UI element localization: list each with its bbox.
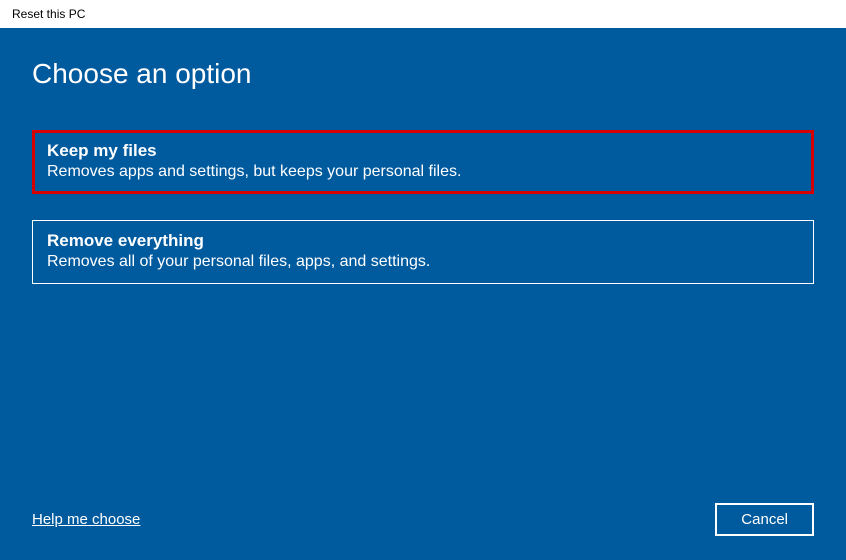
option-title: Remove everything	[47, 231, 799, 251]
option-title: Keep my files	[47, 141, 799, 161]
page-heading: Choose an option	[32, 58, 814, 90]
window-titlebar: Reset this PC	[0, 0, 846, 28]
help-me-choose-link[interactable]: Help me choose	[32, 511, 140, 528]
window-title: Reset this PC	[12, 7, 85, 21]
footer: Help me choose Cancel	[32, 503, 814, 536]
main-panel: Choose an option Keep my files Removes a…	[0, 28, 846, 560]
cancel-button[interactable]: Cancel	[715, 503, 814, 536]
option-description: Removes all of your personal files, apps…	[47, 253, 799, 271]
option-description: Removes apps and settings, but keeps you…	[47, 163, 799, 181]
options-list: Keep my files Removes apps and settings,…	[32, 130, 814, 284]
option-keep-my-files[interactable]: Keep my files Removes apps and settings,…	[32, 130, 814, 194]
option-remove-everything[interactable]: Remove everything Removes all of your pe…	[32, 220, 814, 284]
